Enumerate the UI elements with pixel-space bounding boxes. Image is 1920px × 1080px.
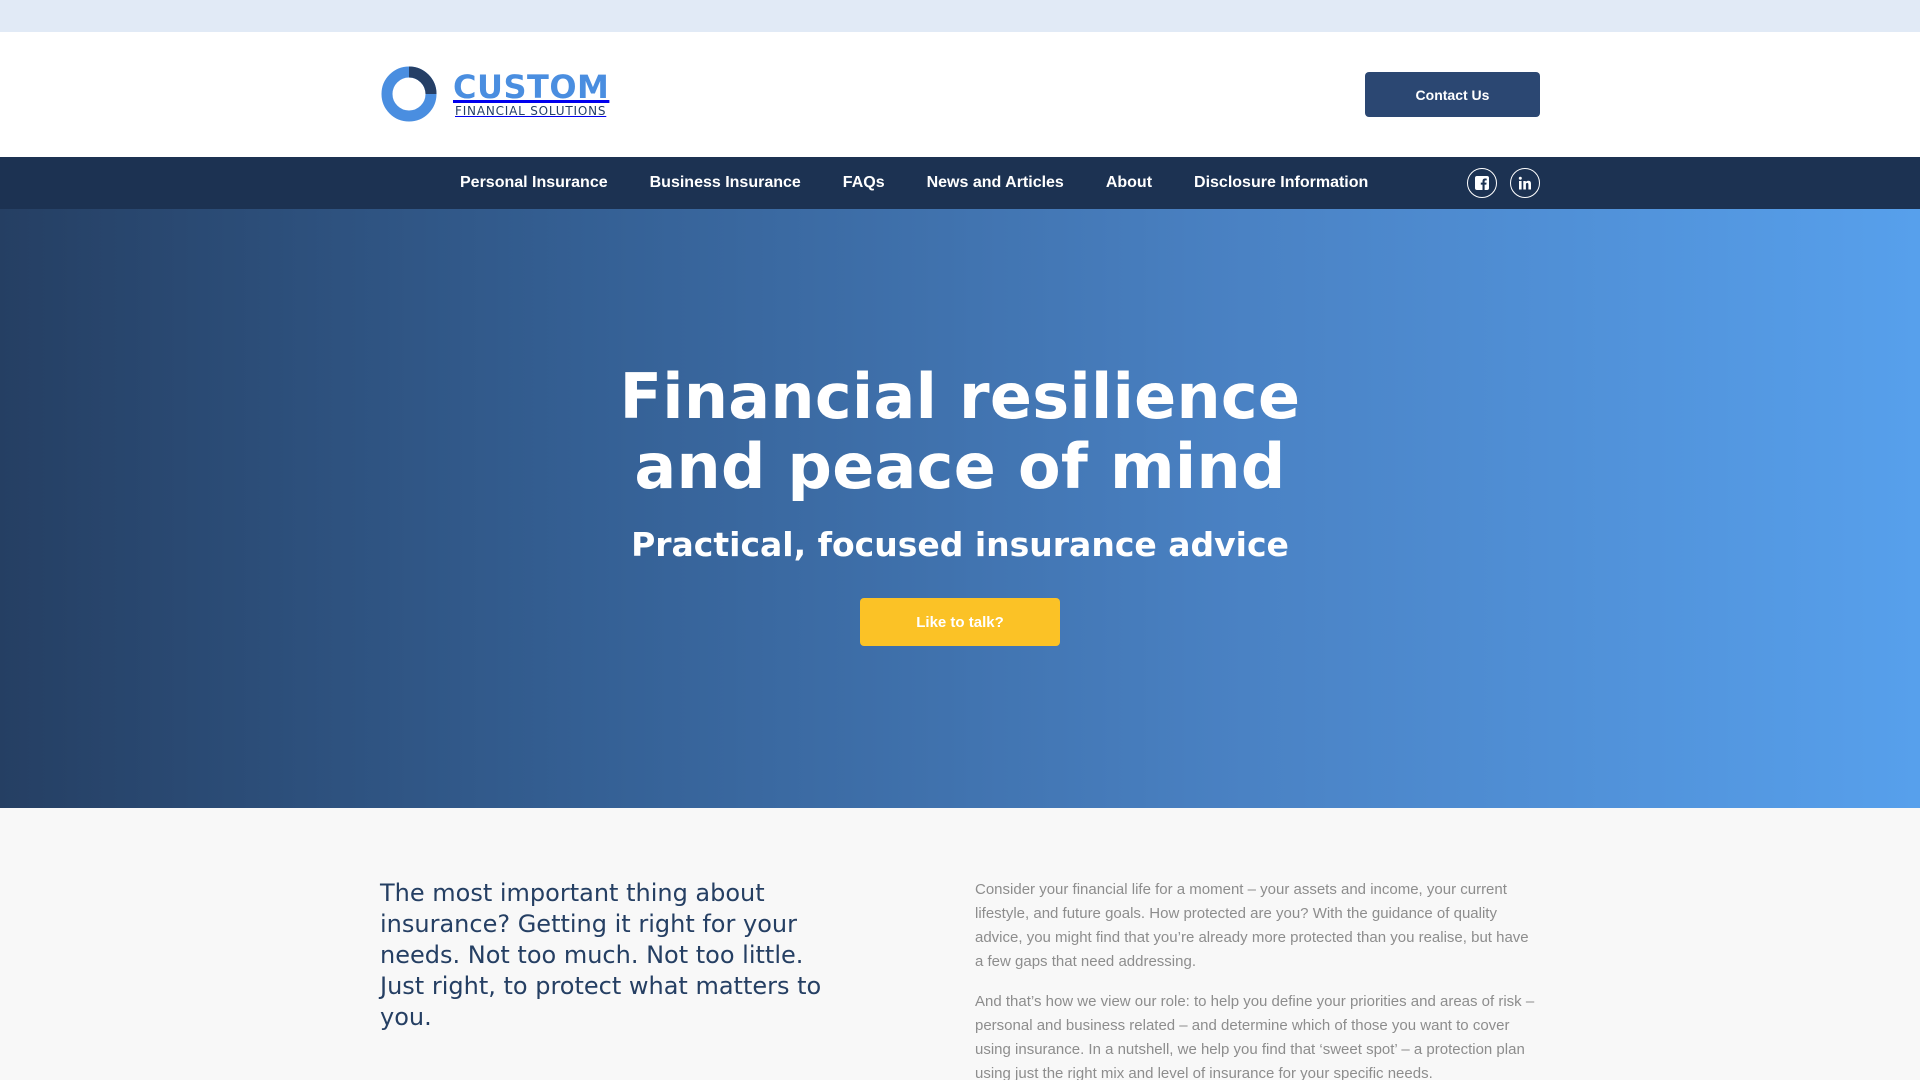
- linkedin-icon: [1518, 176, 1531, 190]
- intro-paragraph: And that’s how we view our role: to help…: [975, 993, 1535, 1080]
- contact-us-button[interactable]: Contact Us: [1365, 72, 1540, 117]
- nav-items: Personal Insurance Business Insurance FA…: [460, 157, 1368, 209]
- facebook-link[interactable]: [1467, 168, 1497, 198]
- hero-title-line-1: Financial resilience: [619, 360, 1301, 433]
- main-nav: Personal Insurance Business Insurance FA…: [0, 157, 1920, 209]
- logo-text: CUSTOM FINANCIAL SOLUTIONS: [453, 70, 609, 118]
- site-header: CUSTOM FINANCIAL SOLUTIONS Contact Us: [0, 32, 1920, 157]
- nav-item-news-and-articles[interactable]: News and Articles: [927, 174, 1064, 192]
- hero-banner: Financial resilience and peace of mind P…: [0, 209, 1920, 808]
- nav-item-disclosure-information[interactable]: Disclosure Information: [1194, 174, 1368, 192]
- nav-item-business-insurance[interactable]: Business Insurance: [650, 174, 801, 192]
- like-to-talk-button[interactable]: Like to talk?: [860, 598, 1060, 646]
- hero-title-line-2: and peace of mind: [634, 430, 1286, 503]
- logo-name: CUSTOM: [453, 68, 610, 106]
- nav-item-about[interactable]: About: [1106, 174, 1152, 192]
- logo[interactable]: CUSTOM FINANCIAL SOLUTIONS: [380, 65, 609, 123]
- logo-ring-icon: [381, 66, 437, 122]
- linkedin-link[interactable]: [1510, 168, 1540, 198]
- intro-paragraph: Consider your financial life for a momen…: [975, 881, 1529, 970]
- logo-tagline: FINANCIAL SOLUTIONS: [455, 104, 607, 118]
- nav-item-personal-insurance[interactable]: Personal Insurance: [460, 174, 608, 192]
- facebook-icon: [1475, 176, 1489, 190]
- intro-body: Consider your financial life for a momen…: [975, 878, 1535, 1080]
- intro-lead-text: The most important thing about insurance…: [380, 879, 822, 1031]
- nav-item-faqs[interactable]: FAQs: [843, 174, 885, 192]
- hero-title: Financial resilience and peace of mind: [0, 362, 1920, 502]
- top-strip: [0, 0, 1920, 32]
- intro-section: The most important thing about insurance…: [0, 808, 1920, 1080]
- hero-subtitle: Practical, focused insurance advice: [631, 525, 1289, 564]
